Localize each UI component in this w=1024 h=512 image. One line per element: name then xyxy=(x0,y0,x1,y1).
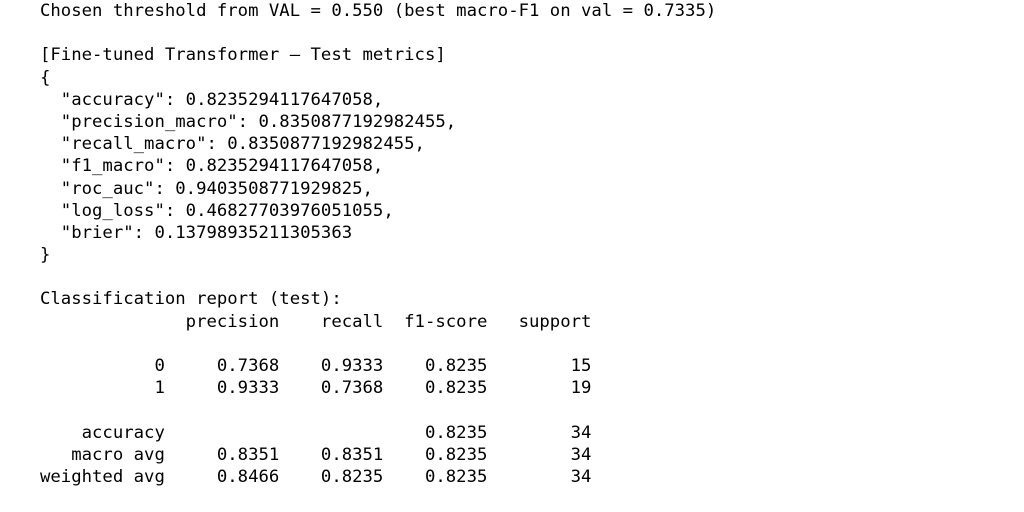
report-row-weighted-avg: weighted avg 0.8466 0.8235 0.8235 34 xyxy=(40,466,592,487)
metric-log-loss: "log_loss": 0.46827703976051055, xyxy=(40,200,394,221)
metric-accuracy: "accuracy": 0.8235294117647058, xyxy=(40,89,384,110)
report-row-macro-avg: macro avg 0.8351 0.8351 0.8235 34 xyxy=(40,444,592,465)
metrics-heading: [Fine-tuned Transformer — Test metrics] xyxy=(40,45,446,66)
metric-roc-auc: "roc_auc": 0.9403508771929825, xyxy=(40,178,373,199)
report-heading: Classification report (test): xyxy=(40,289,342,310)
report-row-class-0: 0 0.7368 0.9333 0.8235 15 xyxy=(40,356,592,376)
metric-f1-macro: "f1_macro": 0.8235294117647058, xyxy=(40,156,384,177)
metric-brier: "brier": 0.13798935211305363 xyxy=(40,222,353,243)
json-close-brace: } xyxy=(40,245,51,266)
metric-recall-macro: "recall_macro": 0.8350877192982455, xyxy=(40,134,425,155)
report-row-accuracy: accuracy 0.8235 34 xyxy=(40,422,592,443)
report-header-row: precision recall f1-score support xyxy=(40,311,592,332)
threshold-line: Chosen threshold from VAL = 0.550 (best … xyxy=(40,1,717,21)
console-output: Chosen threshold from VAL = 0.550 (best … xyxy=(40,0,716,488)
json-open-brace: { xyxy=(40,67,51,88)
report-row-class-1: 1 0.9333 0.7368 0.8235 19 xyxy=(40,378,592,399)
metric-precision-macro: "precision_macro": 0.8350877192982455, xyxy=(40,111,457,132)
